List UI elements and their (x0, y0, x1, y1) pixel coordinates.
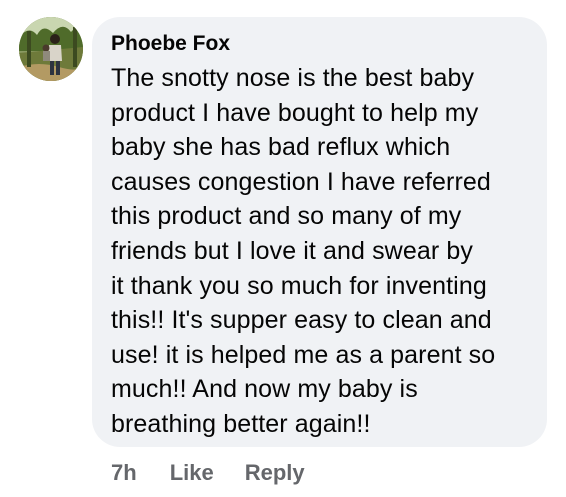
comment-bubble: Phoebe Fox The snotty nose is the best b… (92, 17, 547, 447)
comment-author[interactable]: Phoebe Fox (111, 31, 529, 57)
comment-text-line: causes congestion I have referred (111, 167, 491, 196)
like-button[interactable]: Like (170, 460, 214, 486)
comment-actions: 7h Like Reply (111, 458, 305, 488)
avatar[interactable] (19, 17, 83, 81)
comment-text-line: use! it is helped me as a parent so (111, 340, 496, 369)
comment-text-line: baby she has bad reflux which (111, 133, 451, 162)
comment-text-line: this product and so many of my (111, 202, 462, 231)
comment-text-line: this!! It's supper easy to clean and (111, 306, 492, 335)
comment-timestamp[interactable]: 7h (111, 460, 137, 486)
comment-text-line: it thank you so much for inventing (111, 271, 487, 300)
comment-text-line: friends but I love it and swear by (111, 236, 473, 265)
profile-photo-icon (19, 17, 83, 81)
comment-text: The snotty nose is the best baby product… (111, 61, 529, 442)
comment-text-line: The snotty nose is the best baby (111, 64, 475, 92)
comment-text-line: much!! And now my baby is (111, 375, 418, 404)
comment-text-line: product I have bought to help my (111, 98, 479, 127)
comment-text-line: breathing better again!! (111, 409, 371, 438)
reply-button[interactable]: Reply (245, 460, 305, 486)
